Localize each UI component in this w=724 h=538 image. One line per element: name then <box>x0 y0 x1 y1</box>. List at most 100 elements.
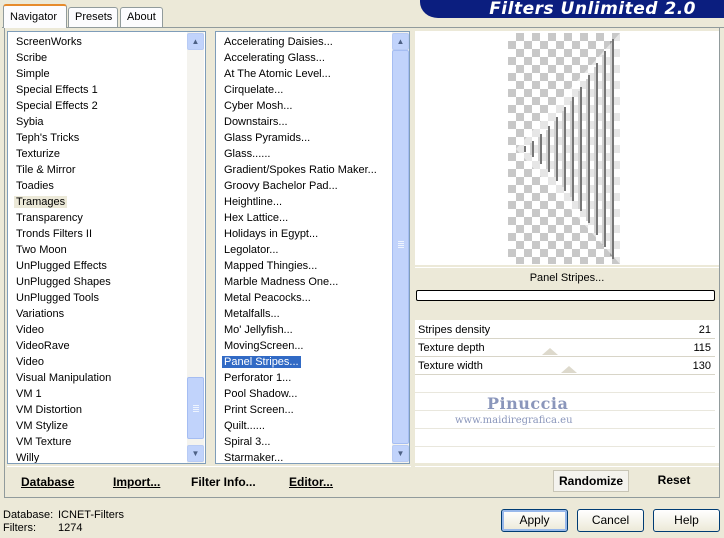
category-item-label: Video <box>16 356 44 368</box>
filter-item[interactable]: Metalfalls... <box>220 306 379 322</box>
filter-item[interactable]: Quilt...... <box>220 418 379 434</box>
cancel-button[interactable]: Cancel <box>577 509 644 532</box>
category-item[interactable]: Transparency <box>12 210 113 226</box>
randomize-button[interactable]: Randomize <box>553 470 629 492</box>
category-scrollbar[interactable]: ▲ ▼ <box>187 32 204 463</box>
tab-navigator[interactable]: Navigator <box>3 4 67 28</box>
database-button[interactable]: Database <box>21 472 74 492</box>
category-item[interactable]: Texturize <box>12 146 113 162</box>
scroll-down-icon[interactable]: ▼ <box>187 445 204 462</box>
param-row-empty <box>415 376 715 393</box>
category-item-label: Teph's Tricks <box>16 132 80 144</box>
reset-button[interactable]: Reset <box>650 470 698 492</box>
category-list[interactable]: ScreenWorks Scribe Simple Special Effects 1… <box>7 31 206 464</box>
filter-item[interactable]: At The Atomic Level... <box>220 66 379 82</box>
filter-item[interactable]: Metal Peacocks... <box>220 290 379 306</box>
filter-item[interactable]: Heightline... <box>220 194 379 210</box>
watermark-name: Pinuccia <box>487 394 569 413</box>
category-scroll-thumb[interactable] <box>187 377 204 439</box>
category-item[interactable]: ScreenWorks <box>12 34 113 50</box>
filter-item[interactable]: Print Screen... <box>220 402 379 418</box>
filter-item-label: Gradient/Spokes Ratio Maker... <box>224 164 377 176</box>
filter-item[interactable]: Mapped Thingies... <box>220 258 379 274</box>
category-item[interactable]: Variations <box>12 306 113 322</box>
scroll-up-icon[interactable]: ▲ <box>392 33 409 50</box>
category-item[interactable]: Special Effects 1 <box>12 82 113 98</box>
slider-marker-icon <box>561 366 577 373</box>
filter-item[interactable]: Spiral 3... <box>220 434 379 450</box>
filter-item-label: Accelerating Daisies... <box>224 36 333 48</box>
category-item[interactable]: Tronds Filters II <box>12 226 113 242</box>
filter-item[interactable]: Groovy Bachelor Pad... <box>220 178 379 194</box>
filter-item-label: Metal Peacocks... <box>224 292 311 304</box>
filter-item[interactable]: Cyber Mosh... <box>220 98 379 114</box>
filter-info-button[interactable]: Filter Info... <box>191 472 256 492</box>
category-item[interactable]: Scribe <box>12 50 113 66</box>
tab-presets-label: Presets <box>75 11 113 23</box>
category-item[interactable]: Sybia <box>12 114 113 130</box>
slider-marker-icon <box>542 348 558 355</box>
filter-item[interactable]: Glass...... <box>220 146 379 162</box>
tab-presets[interactable]: Presets <box>68 7 118 27</box>
scroll-up-icon[interactable]: ▲ <box>187 33 204 50</box>
category-item[interactable]: VM Texture <box>12 434 113 450</box>
filter-scrollbar[interactable]: ▲ ▼ <box>392 32 409 463</box>
import-button[interactable]: Import... <box>113 472 160 492</box>
category-item[interactable]: Visual Manipulation <box>12 370 113 386</box>
category-item[interactable]: UnPlugged Shapes <box>12 274 113 290</box>
category-item[interactable]: Tile & Mirror <box>12 162 113 178</box>
filter-item[interactable]: Glass Pyramids... <box>220 130 379 146</box>
category-item-label: Tramages <box>14 196 68 208</box>
filter-item[interactable]: Mo' Jellyfish... <box>220 322 379 338</box>
filter-item-label: Spiral 3... <box>224 436 271 448</box>
filter-item[interactable]: Gradient/Spokes Ratio Maker... <box>220 162 379 178</box>
tab-about[interactable]: About <box>120 7 163 27</box>
category-item[interactable]: Willy <box>12 450 113 463</box>
filter-item[interactable]: Starmaker... <box>220 450 379 463</box>
status-database-value: ICNET-Filters <box>58 509 124 521</box>
category-item-label: Visual Manipulation <box>16 372 112 384</box>
category-item[interactable]: UnPlugged Effects <box>12 258 113 274</box>
param-label: Texture depth <box>418 342 485 354</box>
apply-button[interactable]: Apply <box>501 509 568 532</box>
category-item[interactable]: Tramages <box>12 194 113 210</box>
filter-item[interactable]: Pool Shadow... <box>220 386 379 402</box>
category-item[interactable]: VM Stylize <box>12 418 113 434</box>
param-row-texture-depth[interactable]: Texture depth 115 <box>415 339 715 357</box>
filter-item[interactable]: Legolator... <box>220 242 379 258</box>
filter-item[interactable]: Downstairs... <box>220 114 379 130</box>
filter-item[interactable]: Cirquelate... <box>220 82 379 98</box>
category-item[interactable]: Teph's Tricks <box>12 130 113 146</box>
filter-item[interactable]: Accelerating Glass... <box>220 50 379 66</box>
filter-item[interactable]: Holidays in Egypt... <box>220 226 379 242</box>
filter-item[interactable]: Accelerating Daisies... <box>220 34 379 50</box>
filter-list[interactable]: Accelerating Daisies... Accelerating Glas… <box>215 31 410 464</box>
category-item-label: UnPlugged Tools <box>16 292 99 304</box>
category-item[interactable]: Special Effects 2 <box>12 98 113 114</box>
filter-item-label: Cyber Mosh... <box>224 100 293 112</box>
category-item[interactable]: Video <box>12 354 113 370</box>
filter-item[interactable]: Panel Stripes... <box>220 354 379 370</box>
category-item[interactable]: Video <box>12 322 113 338</box>
category-item[interactable]: VM 1 <box>12 386 113 402</box>
category-item[interactable]: Simple <box>12 66 113 82</box>
editor-button[interactable]: Editor... <box>289 472 333 492</box>
category-item-label: VM Stylize <box>16 420 68 432</box>
category-item[interactable]: Toadies <box>12 178 113 194</box>
help-button[interactable]: Help <box>653 509 720 532</box>
filter-item[interactable]: Hex Lattice... <box>220 210 379 226</box>
category-item[interactable]: VM Distortion <box>12 402 113 418</box>
filter-item-label: Mo' Jellyfish... <box>224 324 293 336</box>
filter-item[interactable]: Perforator 1... <box>220 370 379 386</box>
filter-item[interactable]: MovingScreen... <box>220 338 379 354</box>
category-item-label: Simple <box>16 68 50 80</box>
category-item[interactable]: Two Moon <box>12 242 113 258</box>
filter-scroll-thumb[interactable] <box>392 50 409 444</box>
param-label: Texture width <box>418 360 483 372</box>
param-value: 115 <box>693 342 711 354</box>
category-item[interactable]: VideoRave <box>12 338 113 354</box>
scroll-down-icon[interactable]: ▼ <box>392 445 409 462</box>
param-row-stripes-density[interactable]: Stripes density 21 <box>415 321 715 339</box>
filter-item[interactable]: Marble Madness One... <box>220 274 379 290</box>
category-item[interactable]: UnPlugged Tools <box>12 290 113 306</box>
